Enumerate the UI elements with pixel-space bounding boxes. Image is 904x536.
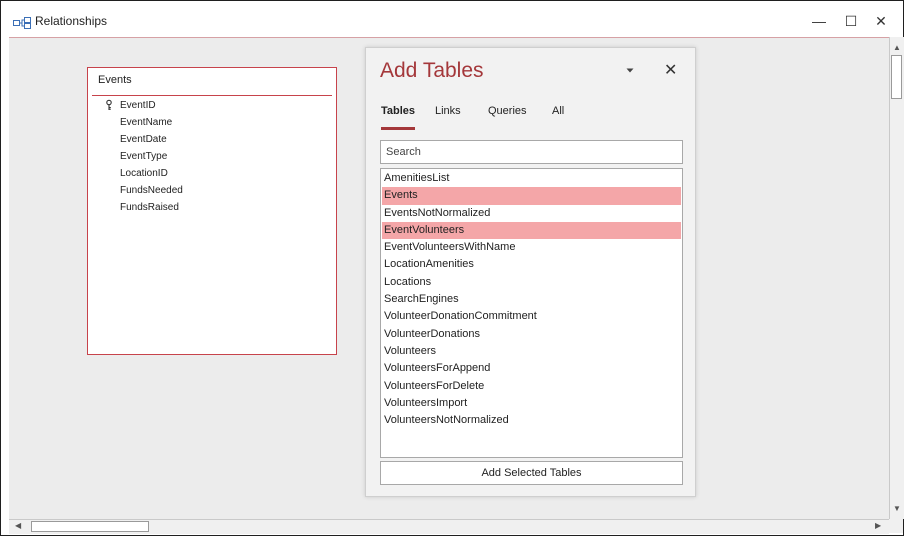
relationships-window: Relationships — ☐ ✕ ▲ ▼ ◀ ▶ Events Event…	[0, 0, 904, 536]
table-list-item[interactable]: VolunteersImport	[382, 395, 681, 412]
minimize-button[interactable]: —	[805, 9, 833, 33]
vertical-scrollbar[interactable]: ▲ ▼	[889, 37, 904, 519]
table-list-item[interactable]: Locations	[382, 274, 681, 291]
field-item[interactable]: LocationID	[88, 165, 336, 182]
events-table-window[interactable]: Events EventID EventName EventDate Event…	[87, 67, 337, 355]
table-list-item[interactable]: AmenitiesList	[382, 170, 681, 187]
horizontal-scrollbar[interactable]: ◀ ▶	[9, 519, 889, 534]
table-list-item[interactable]: EventVolunteersWithName	[382, 239, 681, 256]
field-item[interactable]: EventDate	[88, 131, 336, 148]
scrollbar-corner	[889, 519, 903, 533]
field-item[interactable]: FundsNeeded	[88, 182, 336, 199]
field-name: EventDate	[120, 134, 167, 145]
table-list-item[interactable]: VolunteerDonations	[382, 326, 681, 343]
field-item[interactable]: FundsRaised	[88, 199, 336, 216]
relationships-icon	[13, 17, 31, 29]
add-tables-pane: Add Tables ✕ Tables Links Queries All Am…	[365, 47, 696, 497]
field-name: LocationID	[120, 168, 168, 179]
table-list-item[interactable]: EventVolunteers	[382, 221, 681, 240]
field-name: EventID	[120, 100, 156, 111]
tab-all[interactable]: All	[552, 105, 564, 117]
scroll-up-icon[interactable]: ▲	[893, 43, 901, 52]
field-name: FundsNeeded	[120, 185, 183, 196]
table-title-divider	[92, 95, 332, 96]
field-item[interactable]: EventName	[88, 114, 336, 131]
tab-queries[interactable]: Queries	[488, 105, 527, 117]
active-tab-indicator	[381, 127, 415, 130]
window-title: Relationships	[35, 14, 108, 28]
chevron-down-icon[interactable]	[623, 63, 637, 77]
primary-key-icon	[106, 99, 112, 110]
table-list-item[interactable]: Events	[382, 187, 681, 205]
table-list-item[interactable]: EventsNotNormalized	[382, 205, 681, 222]
field-item[interactable]: EventID	[88, 97, 336, 114]
table-list-item[interactable]: VolunteersNotNormalized	[382, 412, 681, 429]
pane-title: Add Tables	[380, 59, 484, 82]
tab-links[interactable]: Links	[435, 105, 461, 117]
table-list-item[interactable]: VolunteersForAppend	[382, 360, 681, 377]
horizontal-scroll-thumb[interactable]	[31, 521, 149, 532]
tab-tables[interactable]: Tables	[381, 105, 415, 117]
close-button[interactable]: ✕	[867, 9, 895, 33]
table-list-item[interactable]: LocationAmenities	[382, 256, 681, 273]
field-name: FundsRaised	[120, 202, 179, 213]
search-input[interactable]	[380, 140, 683, 164]
scroll-right-icon[interactable]: ▶	[875, 521, 881, 530]
table-title[interactable]: Events	[98, 74, 132, 86]
title-bar: Relationships — ☐ ✕	[1, 1, 903, 37]
table-list-item[interactable]: SearchEngines	[382, 291, 681, 308]
table-list-item[interactable]: Volunteers	[382, 343, 681, 360]
field-name: EventType	[120, 151, 168, 162]
field-item[interactable]: EventType	[88, 148, 336, 165]
maximize-button[interactable]: ☐	[837, 9, 865, 33]
scroll-left-icon[interactable]: ◀	[15, 521, 21, 530]
field-list: EventID EventName EventDate EventType Lo…	[88, 97, 336, 216]
add-selected-tables-button[interactable]: Add Selected Tables	[380, 461, 683, 485]
vertical-scroll-thumb[interactable]	[891, 55, 902, 99]
close-icon[interactable]: ✕	[664, 60, 677, 80]
field-name: EventName	[120, 117, 173, 128]
table-list-item[interactable]: VolunteersForDelete	[382, 378, 681, 395]
scroll-down-icon[interactable]: ▼	[893, 504, 901, 513]
table-list[interactable]: AmenitiesList Events EventsNotNormalized Ev…	[380, 168, 683, 458]
table-list-item[interactable]: VolunteerDonationCommitment	[382, 308, 681, 325]
